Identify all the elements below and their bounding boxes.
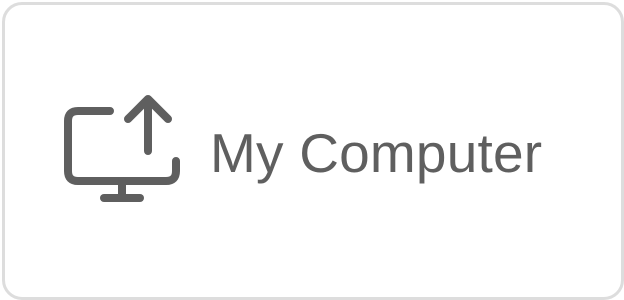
my-computer-source-button[interactable]: My Computer [2,2,624,300]
tile-label: My Computer [210,122,543,184]
computer-upload-icon [58,91,188,209]
